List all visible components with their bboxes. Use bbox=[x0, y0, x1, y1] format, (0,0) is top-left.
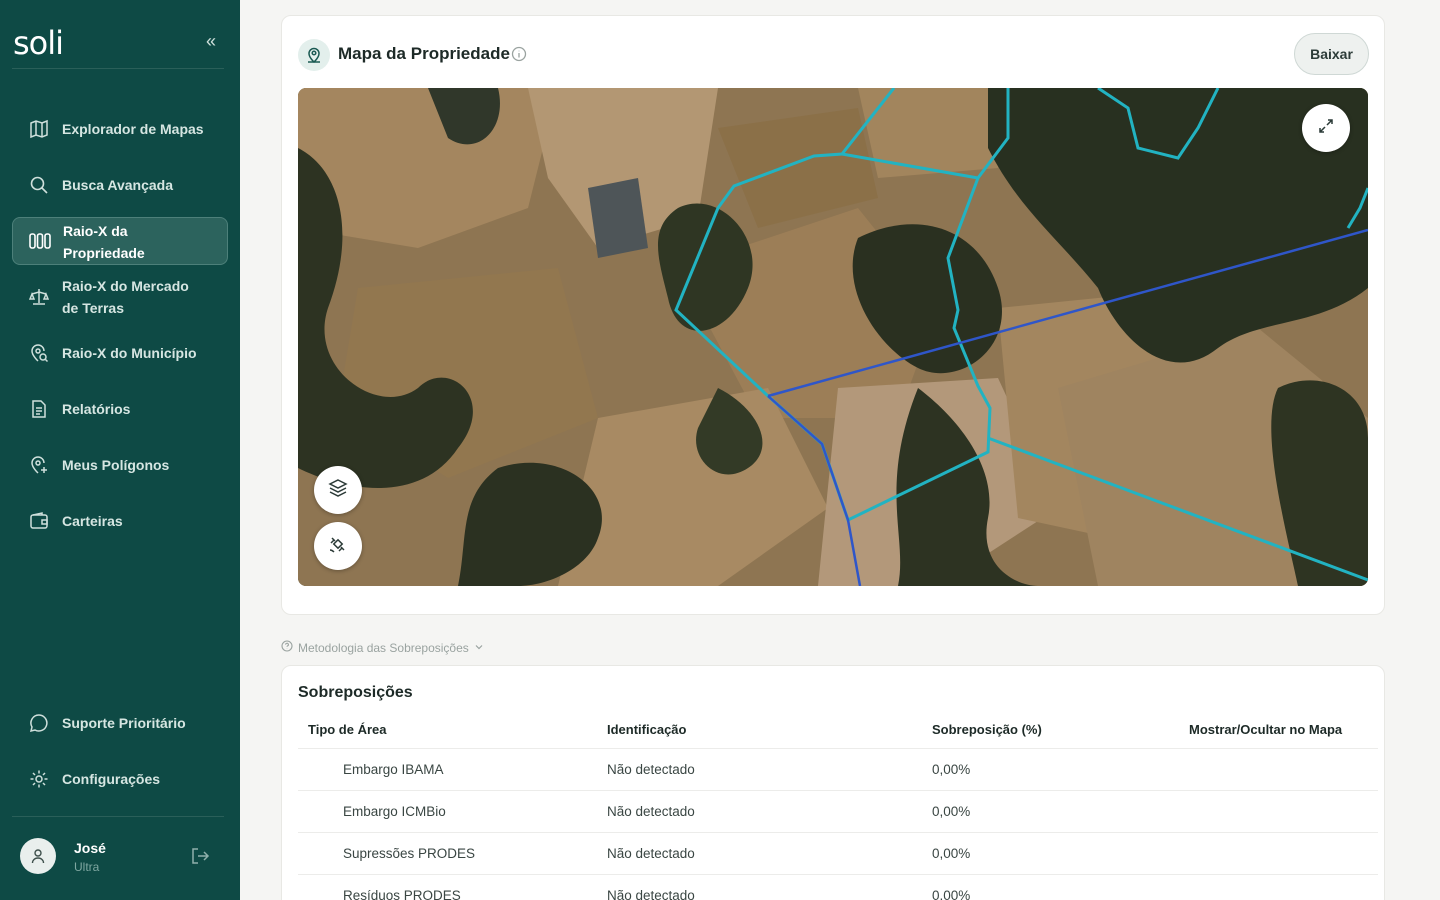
sidebar-item-land-market-xray[interactable]: Raio-X do Mercado de Terras bbox=[12, 273, 228, 321]
page-title: Mapa da Propriedade bbox=[338, 44, 510, 63]
section-title: Sobreposições bbox=[298, 684, 413, 701]
sidebar: soli « Explorador de Mapas Busca Avançad… bbox=[0, 0, 240, 900]
sidebar-item-label: Busca Avançada bbox=[62, 177, 174, 193]
identification: Não detectado bbox=[607, 846, 695, 861]
satellite-imagery bbox=[298, 88, 1368, 586]
identification: Não detectado bbox=[607, 888, 695, 900]
avatar[interactable] bbox=[20, 838, 56, 874]
info-icon[interactable] bbox=[511, 46, 527, 62]
sidebar-item-portfolios[interactable]: Carteiras bbox=[12, 498, 228, 544]
column-header: Mostrar/Ocultar no Mapa bbox=[1189, 722, 1343, 737]
layers-icon bbox=[328, 478, 348, 503]
column-header: Sobreposição (%) bbox=[932, 722, 1042, 737]
methodology-toggle[interactable]: Metodologia das Sobreposições bbox=[281, 640, 484, 655]
table-row[interactable]: Resíduos PRODES Não detectado 0,00% bbox=[298, 874, 1378, 900]
area-type: Resíduos PRODES bbox=[343, 888, 461, 900]
download-button[interactable]: Baixar bbox=[1294, 33, 1369, 75]
sidebar-item-map-explorer[interactable]: Explorador de Mapas bbox=[12, 106, 228, 152]
sidebar-item-label: Raio-X da Propriedade bbox=[63, 223, 145, 261]
location-search-icon bbox=[28, 342, 50, 364]
layers-button[interactable] bbox=[314, 466, 362, 514]
document-icon bbox=[28, 398, 50, 420]
sidebar-item-label: Explorador de Mapas bbox=[62, 121, 204, 137]
column-header: Tipo de Área bbox=[308, 722, 387, 737]
area-type: Embargo IBAMA bbox=[343, 762, 444, 777]
table-row[interactable]: Supressões PRODES Não detectado 0,00% bbox=[298, 832, 1378, 873]
satellite-map[interactable] bbox=[298, 88, 1368, 586]
sidebar-item-label: Meus Polígonos bbox=[62, 457, 170, 473]
methodology-label: Metodologia das Sobreposições bbox=[298, 640, 469, 655]
search-icon bbox=[28, 174, 50, 196]
chevron-down-icon bbox=[474, 641, 484, 655]
user-plan: Ultra bbox=[74, 860, 100, 874]
sidebar-item-property-xray[interactable]: Raio-X da Propriedade bbox=[12, 217, 228, 265]
sidebar-item-my-polygons[interactable]: Meus Polígonos bbox=[12, 442, 228, 488]
user-name: José bbox=[74, 840, 106, 856]
sidebar-divider bbox=[12, 68, 224, 69]
help-icon bbox=[281, 640, 293, 655]
property-map-card: Mapa da Propriedade Baixar bbox=[281, 15, 1385, 615]
sidebar-item-priority-support[interactable]: Suporte Prioritário bbox=[12, 700, 228, 746]
sidebar-item-label: Configurações bbox=[62, 771, 161, 787]
area-type: Supressões PRODES bbox=[343, 846, 476, 861]
satellite-icon bbox=[328, 534, 348, 559]
sidebar-item-label: Carteiras bbox=[62, 513, 123, 529]
sidebar-item-label: Raio-X do Mercado de Terras bbox=[62, 278, 189, 316]
sidebar-item-reports[interactable]: Relatórios bbox=[12, 386, 228, 432]
sidebar-item-label: Suporte Prioritário bbox=[62, 715, 186, 731]
table-row[interactable]: Embargo ICMBio Não detectado 0,00% bbox=[298, 790, 1378, 831]
sidebar-item-settings[interactable]: Configurações bbox=[12, 756, 228, 802]
overlap-percent: 0,00% bbox=[932, 846, 971, 861]
identification: Não detectado bbox=[607, 804, 695, 819]
satellite-toggle-button[interactable] bbox=[314, 522, 362, 570]
fullscreen-button[interactable] bbox=[1302, 104, 1350, 152]
collapse-sidebar-icon[interactable]: « bbox=[200, 30, 222, 52]
sidebar-item-label: Raio-X do Município bbox=[62, 345, 197, 361]
scale-icon bbox=[28, 286, 50, 308]
column-header: Identificação bbox=[607, 722, 687, 737]
logout-icon[interactable] bbox=[190, 846, 210, 866]
sidebar-divider bbox=[12, 816, 224, 817]
table-row[interactable]: Embargo IBAMA Não detectado 0,00% bbox=[298, 748, 1378, 789]
sidebar-item-label: Relatórios bbox=[62, 401, 131, 417]
overlap-percent: 0,00% bbox=[932, 888, 971, 900]
sidebar-item-municipality-xray[interactable]: Raio-X do Município bbox=[12, 330, 228, 376]
expand-icon bbox=[1317, 117, 1335, 140]
user-location-icon bbox=[298, 39, 330, 71]
identification: Não detectado bbox=[607, 762, 695, 777]
wallet-icon bbox=[28, 510, 50, 532]
overlap-percent: 0,00% bbox=[932, 762, 971, 777]
chat-bubble-icon bbox=[28, 712, 50, 734]
area-type: Embargo ICMBio bbox=[343, 804, 446, 819]
sidebar-item-advanced-search[interactable]: Busca Avançada bbox=[12, 162, 228, 208]
map-icon bbox=[28, 118, 50, 140]
overlap-percent: 0,00% bbox=[932, 804, 971, 819]
logo: soli bbox=[13, 24, 64, 62]
location-add-icon bbox=[28, 454, 50, 476]
overlaps-card: Sobreposições Tipo de Área Identificação… bbox=[281, 665, 1385, 900]
barcode-icon bbox=[29, 230, 51, 252]
gear-icon bbox=[28, 768, 50, 790]
